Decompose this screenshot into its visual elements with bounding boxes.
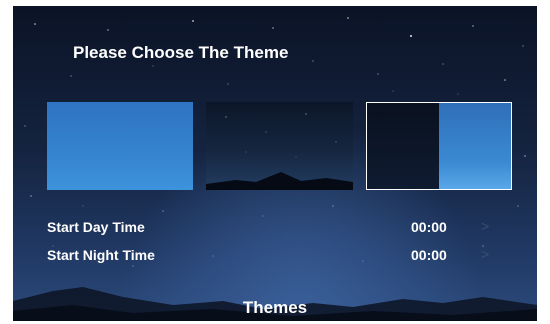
footer-title: Themes [242,298,308,317]
split-light-half [439,103,511,189]
chevron-right-icon: > [481,246,490,262]
night-sky-thumbnail [206,113,353,190]
theme-option-split-selected[interactable] [366,102,512,190]
theme-screen: Please Choose The Theme Start Day Time 0… [13,6,537,321]
theme-option-night-sky[interactable] [206,102,353,190]
start-night-time-row[interactable]: Start Night Time 00:00 > [47,246,507,267]
split-dark-half [367,103,439,189]
start-day-time-row[interactable]: Start Day Time 00:00 > [47,218,507,239]
start-night-time-value: 00:00 [411,247,447,263]
start-night-time-label: Start Night Time [47,247,155,263]
start-day-time-label: Start Day Time [47,219,145,235]
theme-option-blue[interactable] [47,102,193,190]
page-title: Please Choose The Theme [73,43,289,62]
chevron-right-icon: > [481,218,490,234]
start-day-time-value: 00:00 [411,219,447,235]
